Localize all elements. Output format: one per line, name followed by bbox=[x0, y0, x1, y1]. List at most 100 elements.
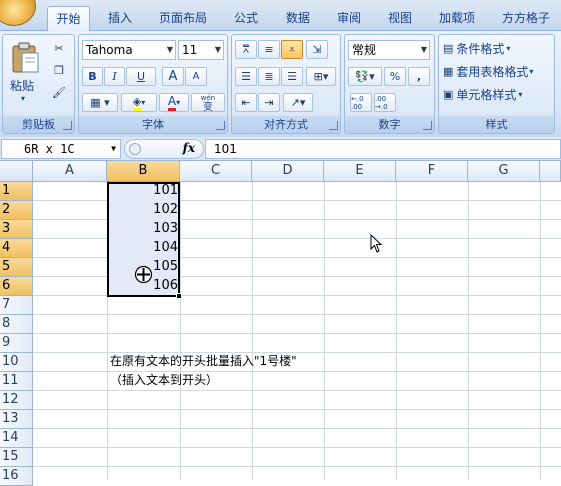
increase-indent-button[interactable]: ⇥ bbox=[258, 93, 280, 112]
number-format-select[interactable]: 常规 ▼ bbox=[348, 40, 430, 60]
resize-handle-icon[interactable] bbox=[129, 143, 141, 155]
copy-icon: ❐ bbox=[54, 64, 64, 77]
tab-page-layout[interactable]: 页面布局 bbox=[151, 6, 215, 31]
text-direction-button[interactable]: ↗▾ bbox=[283, 93, 313, 112]
gridline bbox=[33, 409, 561, 410]
row-header-3[interactable]: 3 bbox=[0, 220, 33, 239]
align-top-button[interactable]: ⩞ bbox=[235, 40, 257, 59]
cell-b10[interactable]: 在原有文本的开头批量插入"1号楼" bbox=[110, 352, 297, 369]
currency-icon: 💱▾ bbox=[355, 70, 375, 83]
worksheet-grid[interactable]: A B C D E F G 1 2 3 4 5 6 7 8 9 10 11 12… bbox=[0, 161, 561, 486]
row-header-5[interactable]: 5 bbox=[0, 258, 33, 277]
clipboard-launcher-icon[interactable] bbox=[63, 121, 72, 130]
column-header-a[interactable]: A bbox=[33, 161, 107, 182]
tab-home[interactable]: 开始 bbox=[47, 6, 90, 32]
row-header-2[interactable]: 2 bbox=[0, 201, 33, 220]
border-icon: ▦ ▾ bbox=[90, 96, 110, 109]
merge-center-button[interactable]: ⊞▾ bbox=[306, 67, 336, 86]
formula-bar: 6R x 1C ▼ fx 101 bbox=[0, 137, 561, 161]
align-left-button[interactable]: ☰ bbox=[235, 67, 257, 86]
row-header-16[interactable]: 16 bbox=[0, 467, 33, 486]
formula-input[interactable]: 101 bbox=[205, 139, 561, 159]
row-header-7[interactable]: 7 bbox=[0, 296, 33, 315]
styles-group: ▤ 条件格式 ▾ ▦ 套用表格格式 ▾ ▣ 单元格样式 ▾ 样式 bbox=[438, 34, 555, 134]
row-header-9[interactable]: 9 bbox=[0, 334, 33, 353]
underline-button[interactable]: U bbox=[126, 67, 156, 86]
row-header-6[interactable]: 6 bbox=[0, 277, 33, 296]
align-bottom-icon: ⩡ bbox=[288, 42, 296, 56]
align-right-button[interactable]: ☰ bbox=[281, 67, 303, 86]
increase-decimal-button[interactable]: ←.0 .00 bbox=[350, 93, 372, 112]
align-middle-icon: ≡ bbox=[264, 43, 274, 56]
row-header-12[interactable]: 12 bbox=[0, 391, 33, 410]
font-launcher-icon[interactable] bbox=[216, 121, 225, 130]
percent-button[interactable]: % bbox=[384, 67, 406, 86]
tab-insert[interactable]: 插入 bbox=[98, 6, 142, 31]
grow-font-button[interactable]: A bbox=[162, 67, 184, 86]
tab-formulas[interactable]: 公式 bbox=[224, 6, 268, 31]
row-header-13[interactable]: 13 bbox=[0, 410, 33, 429]
accounting-format-button[interactable]: 💱▾ bbox=[348, 67, 382, 86]
decrease-indent-button[interactable]: ⇤ bbox=[235, 93, 257, 112]
row-header-4[interactable]: 4 bbox=[0, 239, 33, 258]
bold-button[interactable]: B bbox=[82, 67, 103, 86]
row-header-1[interactable]: 1 bbox=[0, 182, 33, 201]
wrap-text-icon: ⇲ bbox=[312, 43, 322, 56]
tab-data[interactable]: 数据 bbox=[276, 6, 320, 31]
phonetic-button[interactable]: wén 变 bbox=[191, 93, 225, 112]
format-as-table-label: 套用表格格式 bbox=[456, 65, 529, 79]
office-button[interactable] bbox=[0, 0, 36, 26]
arrow-cursor-icon bbox=[370, 234, 383, 253]
orientation-button[interactable]: ⇲ bbox=[306, 40, 328, 59]
fill-color-button[interactable]: ◈ ▾ bbox=[121, 93, 157, 112]
row-header-11[interactable]: 11 bbox=[0, 372, 33, 391]
copy-button[interactable]: ❐ bbox=[47, 61, 71, 80]
tab-review[interactable]: 审阅 bbox=[327, 6, 371, 31]
column-header-b[interactable]: B bbox=[107, 161, 180, 182]
select-all-button[interactable] bbox=[0, 161, 33, 182]
decrease-decimal-button[interactable]: .00 →.0 bbox=[374, 93, 396, 112]
row-header-14[interactable]: 14 bbox=[0, 429, 33, 448]
cut-button[interactable]: ✂ bbox=[47, 39, 71, 58]
alignment-launcher-icon[interactable] bbox=[329, 121, 338, 130]
font-family-select[interactable]: Tahoma ▼ bbox=[82, 40, 176, 60]
gridline bbox=[468, 182, 469, 480]
align-middle-button[interactable]: ≡ bbox=[258, 40, 280, 59]
conditional-format-label: 条件格式 bbox=[456, 42, 505, 56]
tab-fangfang[interactable]: 方方格子 bbox=[492, 6, 560, 31]
font-size-select[interactable]: 11 ▼ bbox=[178, 40, 224, 60]
insert-function-button[interactable]: fx bbox=[183, 141, 195, 155]
row-header-8[interactable]: 8 bbox=[0, 315, 33, 334]
italic-button[interactable]: I bbox=[104, 67, 125, 86]
align-bottom-button[interactable]: ⩡ bbox=[281, 40, 303, 59]
shrink-font-button[interactable]: A bbox=[185, 67, 207, 86]
column-header-d[interactable]: D bbox=[252, 161, 324, 182]
column-header-f[interactable]: F bbox=[396, 161, 468, 182]
column-header-c[interactable]: C bbox=[180, 161, 252, 182]
styles-group-label: 样式 bbox=[439, 116, 554, 133]
column-header-g[interactable]: G bbox=[468, 161, 540, 182]
number-launcher-icon[interactable] bbox=[423, 121, 432, 130]
font-color-button[interactable]: A ▾ bbox=[159, 93, 189, 112]
align-top-icon: ⩞ bbox=[242, 42, 250, 56]
name-box[interactable]: 6R x 1C ▼ bbox=[1, 139, 121, 159]
cell-b11[interactable]: （插入文本到开头） bbox=[110, 371, 218, 388]
cell-styles-button[interactable]: ▣ 单元格样式 ▾ bbox=[442, 85, 550, 104]
row-header-15[interactable]: 15 bbox=[0, 448, 33, 467]
borders-button[interactable]: ▦ ▾ bbox=[82, 93, 118, 112]
align-center-button[interactable]: ≣ bbox=[258, 67, 280, 86]
font-family-value: Tahoma bbox=[86, 43, 133, 57]
format-painter-button[interactable]: 🖌 bbox=[47, 83, 71, 102]
conditional-format-button[interactable]: ▤ 条件格式 ▾ bbox=[442, 39, 550, 58]
tab-addins[interactable]: 加载项 bbox=[430, 6, 484, 31]
paste-button[interactable]: 粘贴 ▾ bbox=[7, 39, 43, 109]
column-header-h[interactable] bbox=[540, 161, 561, 182]
chevron-down-icon: ▾ bbox=[506, 44, 511, 53]
tab-view[interactable]: 视图 bbox=[378, 6, 422, 31]
fill-handle[interactable] bbox=[176, 293, 182, 299]
row-header-10[interactable]: 10 bbox=[0, 353, 33, 372]
cell-styles-label: 单元格样式 bbox=[456, 88, 517, 102]
column-header-e[interactable]: E bbox=[324, 161, 396, 182]
comma-button[interactable]: , bbox=[408, 67, 430, 86]
format-as-table-button[interactable]: ▦ 套用表格格式 ▾ bbox=[442, 62, 554, 81]
